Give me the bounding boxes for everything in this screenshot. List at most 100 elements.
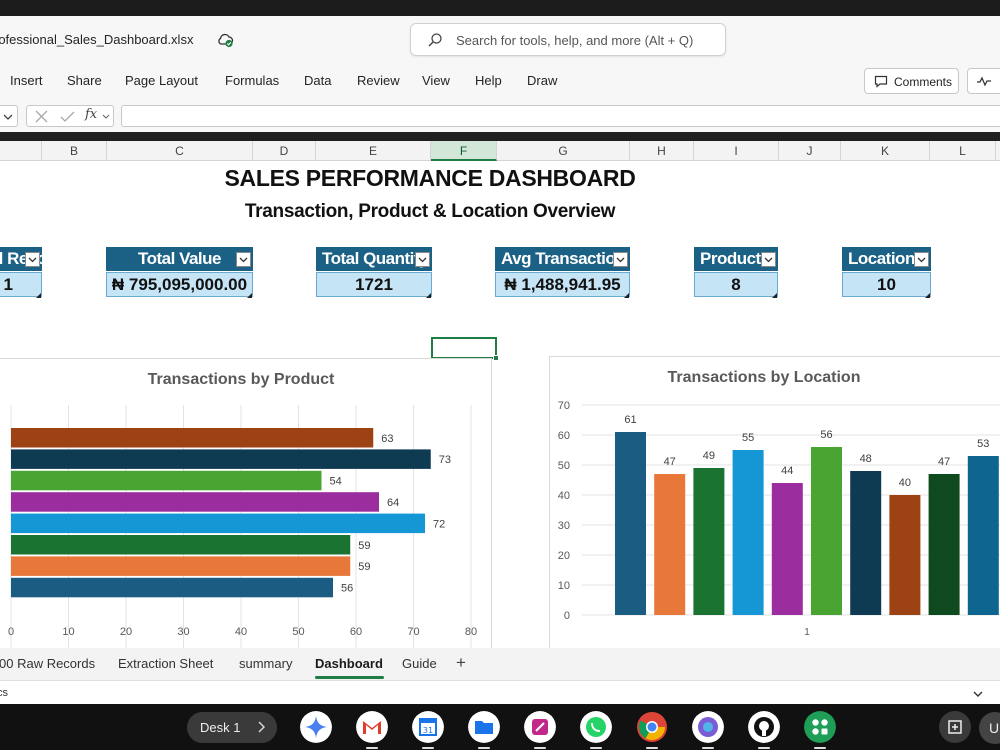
add-sheet-plus-icon[interactable]: + bbox=[456, 653, 466, 673]
comment-icon bbox=[874, 75, 888, 88]
catch-up-button[interactable] bbox=[967, 68, 1000, 94]
column-header-a[interactable] bbox=[0, 141, 42, 161]
column-header[interactable]: L bbox=[930, 141, 996, 161]
filter-dropdown-icon[interactable] bbox=[415, 252, 430, 267]
tab-view[interactable]: View bbox=[422, 73, 450, 88]
canvas-app-icon[interactable] bbox=[524, 711, 556, 743]
product-bar bbox=[11, 428, 374, 448]
column-header-selected[interactable]: F bbox=[431, 141, 497, 161]
github-icon[interactable] bbox=[748, 711, 780, 743]
product-bar-chart: 0 10 20 30 40 50 60 70 80 63 73 54 64 72 59 59 56 bbox=[8, 405, 477, 648]
product-bar bbox=[11, 513, 425, 534]
chart-transactions-by-location[interactable]: Transactions by Location 0 10 20 30 40 50 60 70… bbox=[549, 356, 1000, 648]
formula-input[interactable] bbox=[121, 105, 1000, 127]
product-bar bbox=[11, 577, 333, 598]
tab-formulas[interactable]: Formulas bbox=[225, 73, 279, 88]
kpi-value: 1721 bbox=[316, 272, 432, 297]
column-header[interactable]: K bbox=[841, 141, 930, 161]
column-header[interactable]: H bbox=[630, 141, 694, 161]
calendar-icon[interactable]: 31 bbox=[412, 711, 444, 743]
sheet-tabs: 00 Raw Records Extraction Sheet summary … bbox=[0, 648, 1000, 680]
location-bar bbox=[771, 483, 803, 615]
comments-button[interactable]: Comments bbox=[864, 68, 959, 94]
kpi-card-locations[interactable]: Locations 10 bbox=[842, 247, 931, 299]
svg-text:31: 31 bbox=[423, 726, 433, 735]
tab-insert[interactable]: Insert bbox=[10, 73, 43, 88]
sheet-tab-extraction-sheet[interactable]: Extraction Sheet bbox=[118, 656, 213, 671]
cancel-icon[interactable] bbox=[35, 110, 48, 123]
x-tick-label: 20 bbox=[120, 626, 132, 638]
gemini-icon[interactable] bbox=[300, 711, 332, 743]
tab-help[interactable]: Help bbox=[475, 73, 502, 88]
bar-data-label: 54 bbox=[330, 476, 342, 488]
tab-data[interactable]: Data bbox=[304, 73, 331, 88]
filter-dropdown-icon[interactable] bbox=[613, 252, 628, 267]
tab-share[interactable]: Share bbox=[67, 73, 102, 88]
location-bar bbox=[850, 471, 882, 615]
copilot-icon[interactable] bbox=[692, 711, 724, 743]
bar-data-label: 59 bbox=[358, 540, 370, 552]
column-header[interactable]: C bbox=[107, 141, 253, 161]
chevron-down-icon[interactable] bbox=[973, 689, 983, 699]
filter-dropdown-icon[interactable] bbox=[761, 252, 776, 267]
bar-data-label: 56 bbox=[341, 583, 353, 595]
os-taskbar: Desk 1 31 U bbox=[0, 704, 1000, 750]
running-indicator bbox=[534, 747, 546, 749]
desk-label: Desk 1 bbox=[200, 720, 241, 735]
kpi-card-total-records[interactable]: Total Records 1 bbox=[0, 247, 42, 299]
tab-page-layout[interactable]: Page Layout bbox=[125, 73, 198, 88]
x-tick-label: 70 bbox=[407, 626, 419, 638]
column-header[interactable]: E bbox=[316, 141, 431, 161]
product-bar bbox=[11, 449, 431, 469]
running-indicator bbox=[590, 747, 602, 749]
insert-function-button[interactable]: fx bbox=[85, 107, 97, 122]
running-indicator bbox=[814, 747, 826, 749]
chart-transactions-by-product[interactable]: Transactions by Product 0 10 20 30 40 50 60 70 8… bbox=[0, 358, 492, 648]
desk-switcher[interactable]: Desk 1 bbox=[187, 712, 277, 743]
whatsapp-icon[interactable] bbox=[580, 711, 612, 743]
filter-dropdown-icon[interactable] bbox=[914, 252, 929, 267]
dashboard-title: SALES PERFORMANCE DASHBOARD bbox=[224, 165, 636, 191]
gmail-icon[interactable] bbox=[356, 711, 388, 743]
resize-corner-icon bbox=[925, 293, 930, 298]
sheet-tab-guide[interactable]: Guide bbox=[402, 656, 437, 671]
user-avatar[interactable]: U bbox=[979, 712, 1000, 744]
column-header[interactable]: B bbox=[42, 141, 107, 161]
sheet-tab-raw-records[interactable]: 00 Raw Records bbox=[0, 656, 95, 671]
kpi-card-products[interactable]: Products 8 bbox=[694, 247, 778, 299]
tab-draw[interactable]: Draw bbox=[527, 73, 557, 88]
sheet-tab-dashboard[interactable]: Dashboard bbox=[315, 656, 383, 671]
cloud-saved-icon[interactable] bbox=[216, 31, 234, 49]
bar-data-label: 40 bbox=[899, 477, 911, 489]
kpi-value: ₦ 1,488,941.95 bbox=[495, 272, 630, 297]
worksheet[interactable]: SALES PERFORMANCE DASHBOARD Transaction,… bbox=[0, 161, 1000, 648]
fill-handle[interactable] bbox=[493, 355, 499, 361]
kpi-value: ₦ 795,095,000.00 bbox=[106, 272, 253, 297]
sheet-tab-summary[interactable]: summary bbox=[239, 656, 292, 671]
chevron-down-icon[interactable] bbox=[102, 113, 110, 121]
workspace-app-icon[interactable] bbox=[804, 711, 836, 743]
column-header[interactable]: I bbox=[694, 141, 779, 161]
location-bar bbox=[889, 495, 921, 615]
tab-review[interactable]: Review bbox=[357, 73, 400, 88]
name-box[interactable] bbox=[0, 105, 18, 127]
chrome-icon[interactable] bbox=[636, 711, 668, 743]
files-icon[interactable] bbox=[468, 711, 500, 743]
kpi-card-avg-transaction[interactable]: Avg Transaction ₦ 1,488,941.95 bbox=[495, 247, 630, 299]
location-bar bbox=[654, 474, 686, 615]
kpi-card-total-quantity[interactable]: Total Quantity 1721 bbox=[316, 247, 432, 299]
column-header[interactable]: G bbox=[497, 141, 630, 161]
product-bar bbox=[11, 492, 379, 512]
bar-data-label: 56 bbox=[820, 429, 832, 441]
search-box[interactable]: Search for tools, help, and more (Alt + … bbox=[410, 23, 726, 56]
x-tick-label: 40 bbox=[235, 626, 247, 638]
column-header[interactable]: J bbox=[779, 141, 841, 161]
screen-capture-icon[interactable] bbox=[939, 711, 971, 743]
selected-cell[interactable] bbox=[431, 337, 497, 359]
filter-dropdown-icon[interactable] bbox=[236, 252, 251, 267]
kpi-card-total-value[interactable]: Total Value ₦ 795,095,000.00 bbox=[106, 247, 253, 299]
bar-data-label: 49 bbox=[703, 450, 715, 462]
filter-dropdown-icon[interactable] bbox=[25, 252, 40, 267]
check-icon[interactable] bbox=[60, 110, 75, 123]
column-header[interactable]: D bbox=[253, 141, 316, 161]
